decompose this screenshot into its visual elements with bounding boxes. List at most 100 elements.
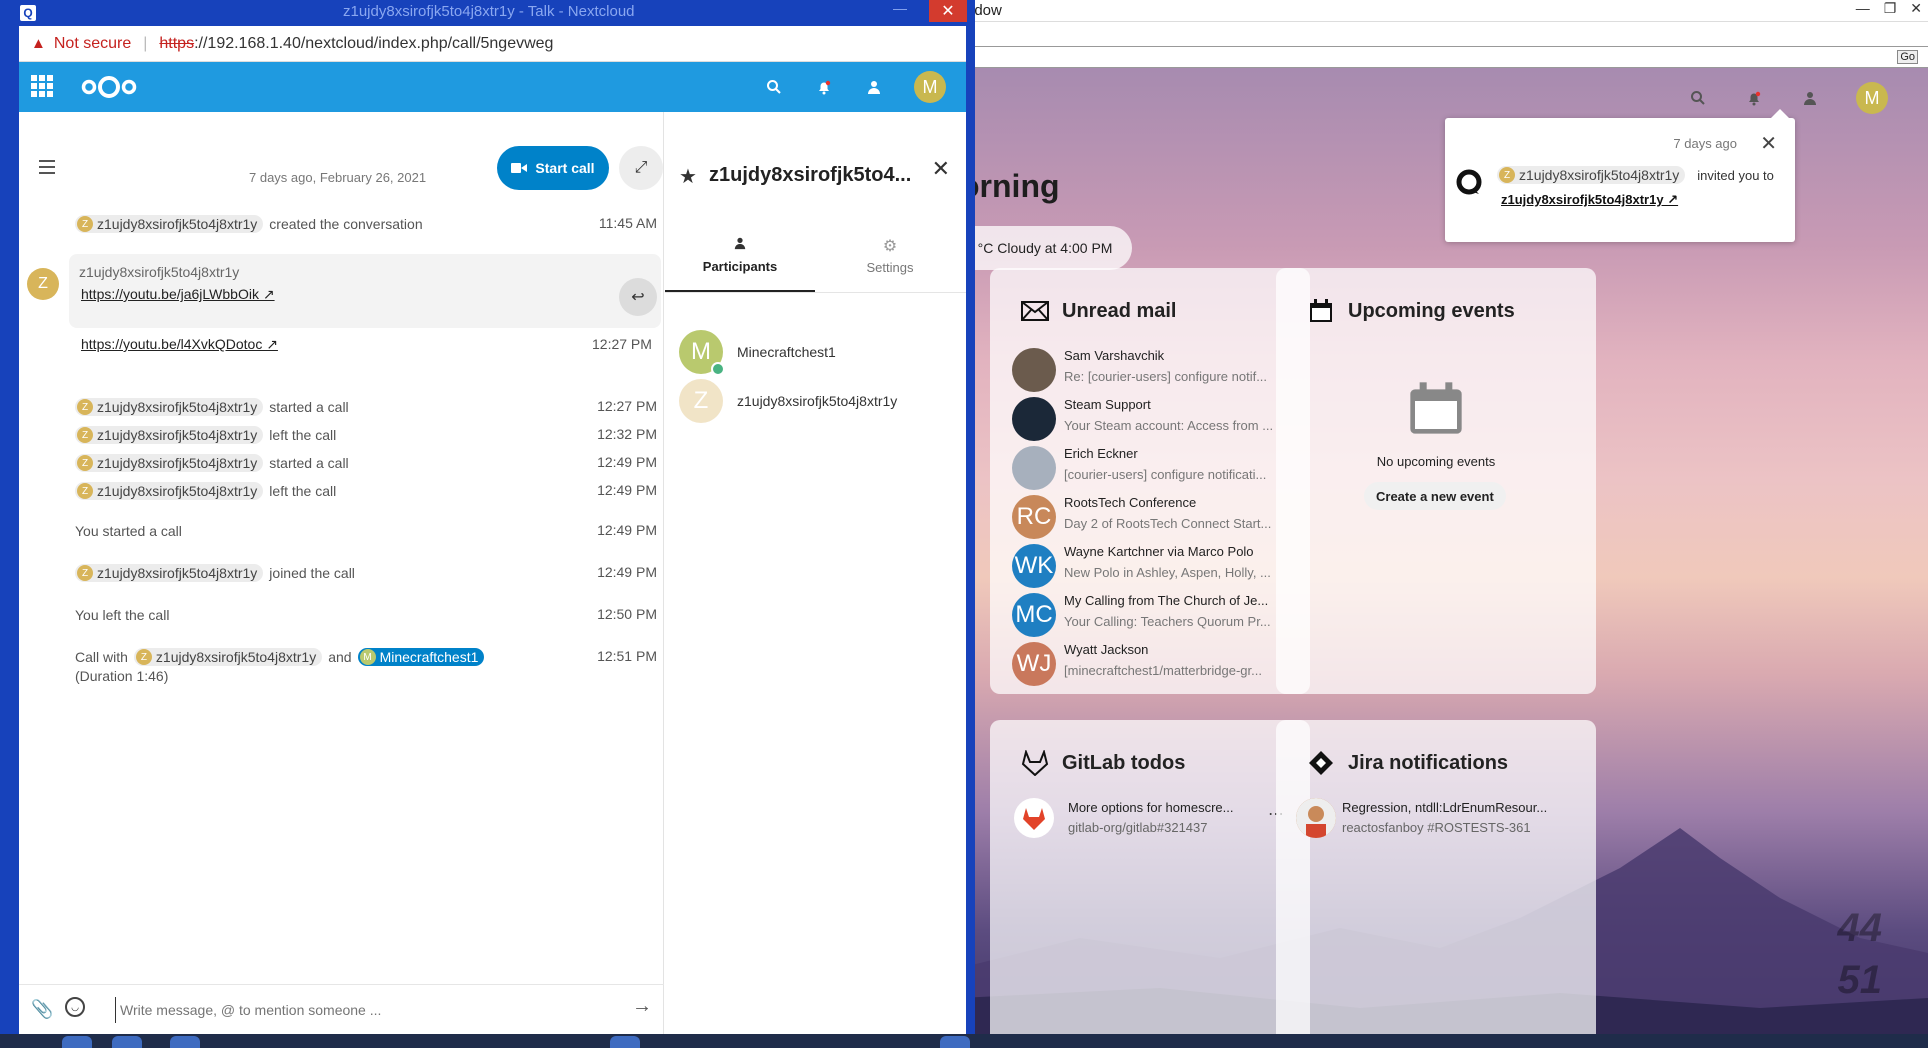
mail-sender: My Calling from The Church of Je... <box>1064 593 1269 608</box>
mail-item[interactable]: Erich Eckner [courier-users] configure no… <box>1012 442 1302 492</box>
user-mention-self[interactable]: M Minecraftchest1 <box>357 648 485 666</box>
close-button[interactable]: ✕ <box>1910 0 1922 17</box>
message-time: 12:27 PM <box>592 336 652 352</box>
dismiss-notification-button[interactable]: ✕ <box>1760 131 1777 156</box>
user-mention[interactable]: Zz1ujdy8xsirofjk5to4j8xtr1y <box>75 454 264 472</box>
start-call-button[interactable]: Start call <box>497 146 609 190</box>
mail-item[interactable]: RC RootsTech Conference Day 2 of RootsTech… <box>1012 491 1302 541</box>
gitlab-todos-widget: GitLab todos More options for homescre..… <box>990 720 1310 1048</box>
mail-subject: Your Steam account: Access from ... <box>1064 418 1274 433</box>
weather-status[interactable]: 1 °C Cloudy at 4:00 PM <box>960 226 1133 270</box>
user-avatar[interactable]: M <box>914 71 946 103</box>
participant-name: z1ujdy8xsirofjk5to4j8xtr1y <box>737 393 898 409</box>
tab-participants[interactable]: Participants <box>665 236 815 292</box>
widget-title: Jira notifications <box>1348 751 1509 774</box>
search-icon[interactable] <box>764 77 784 97</box>
user-mention[interactable]: Zz1ujdy8xsirofjk5to4j8xtr1y <box>75 482 264 500</box>
message-input[interactable] <box>115 997 595 1023</box>
online-status-icon <box>711 362 725 376</box>
notification-conversation-link[interactable]: z1ujdy8xsirofjk5to4j8xtr1y ↗ <box>1501 192 1678 208</box>
taskbar-item[interactable] <box>940 1036 970 1048</box>
emoji-icon[interactable]: ◡ <box>65 997 85 1017</box>
mail-subject: New Polo in Ashley, Aspen, Holly, ... <box>1064 565 1271 580</box>
favorite-star-icon[interactable]: ★ <box>679 164 697 189</box>
close-button[interactable]: ✕ <box>929 0 967 22</box>
message-time: 11:45 AM <box>598 215 657 231</box>
mail-item[interactable]: MC My Calling from The Church of Je... You… <box>1012 589 1302 639</box>
notifications-bell-icon[interactable] <box>814 77 834 97</box>
maximize-button[interactable]: ❐ <box>1884 0 1897 17</box>
author-avatar[interactable]: Z <box>27 268 59 300</box>
participant-item[interactable]: M Minecraftchest1 <box>679 330 959 376</box>
fullscreen-button[interactable]: ⤢ <box>619 146 663 190</box>
mention-name: z1ujdy8xsirofjk5to4j8xtr1y <box>97 216 258 232</box>
nextcloud-logo[interactable] <box>77 73 141 101</box>
sender-avatar: RC <box>1012 495 1056 539</box>
notification-user-mention[interactable]: Zz1ujdy8xsirofjk5to4j8xtr1y <box>1497 166 1686 184</box>
background-browser-window: ndow — ❐ ✕ Go M orning 1 °C Cloudy at 4:… <box>960 0 1928 1048</box>
gitlab-item-title[interactable]: More options for homescre... <box>1068 800 1248 815</box>
tab-settings[interactable]: ⚙ Settings <box>815 236 965 292</box>
gitlab-avatar <box>1014 798 1054 838</box>
search-icon[interactable] <box>1688 88 1708 108</box>
tab-divider <box>665 292 966 293</box>
message-time: 12:49 PM <box>597 454 657 470</box>
contacts-icon[interactable] <box>1800 88 1820 108</box>
taskbar-item[interactable] <box>170 1036 200 1048</box>
mail-item[interactable]: WK Wayne Kartchner via Marco Polo New Polo… <box>1012 540 1302 590</box>
user-mention[interactable]: Zz1ujdy8xsirofjk5to4j8xtr1y <box>75 398 264 416</box>
address-bar[interactable]: ▲ Not secure | https://192.168.1.40/next… <box>19 26 966 62</box>
user-mention[interactable]: Zz1ujdy8xsirofjk5to4j8xtr1y <box>75 426 264 444</box>
close-sidebar-button[interactable]: ✕ <box>932 156 950 182</box>
user-mention[interactable]: Zz1ujdy8xsirofjk5to4j8xtr1y <box>133 648 323 666</box>
mail-sender: Steam Support <box>1064 397 1151 412</box>
user-mention[interactable]: Zz1ujdy8xsirofjk5to4j8xtr1y <box>75 564 264 582</box>
mail-item[interactable]: WJ Wyatt Jackson [minecraftchest1/matterbr… <box>1012 638 1302 688</box>
sender-avatar: WK <box>1012 544 1056 588</box>
message-link[interactable]: https://youtu.be/l4XvkQDotoc ↗ <box>81 336 278 353</box>
nextcloud-header: M <box>19 62 966 112</box>
taskbar-item[interactable] <box>112 1036 142 1048</box>
taskbar-item[interactable] <box>62 1036 92 1048</box>
sender-avatar <box>1012 348 1056 392</box>
message-text: left the call <box>269 483 337 499</box>
participant-item[interactable]: Zz1ujdy8xsirofjk5to4j8xtr1y <box>679 379 959 425</box>
mini-avatar: Z <box>77 565 93 581</box>
mini-avatar: Z <box>77 216 93 232</box>
message-text: left the call <box>269 427 337 443</box>
window-title: z1ujdy8xsirofjk5to4j8xtr1y - Talk - Next… <box>343 3 635 20</box>
not-secure-label[interactable]: Not secure <box>54 35 131 53</box>
system-message: Zz1ujdy8xsirofjk5to4j8xtr1y joined the c… <box>75 560 665 586</box>
gitlab-icon <box>1020 748 1050 778</box>
user-avatar[interactable]: M <box>1856 82 1888 114</box>
reply-button[interactable]: ↩ <box>619 278 657 316</box>
attachment-icon[interactable]: 📎 <box>31 999 53 1020</box>
notification-time: 7 days ago <box>1673 136 1737 151</box>
sender-avatar <box>1012 446 1056 490</box>
notifications-bell-icon[interactable] <box>1744 88 1764 108</box>
minimize-button[interactable]: — <box>1856 0 1870 17</box>
taskbar <box>0 1034 1928 1048</box>
mention-name: z1ujdy8xsirofjk5to4j8xtr1y <box>97 483 258 499</box>
background-address-bar[interactable]: Go <box>960 46 1928 68</box>
conversation-title[interactable]: z1ujdy8xsirofjk5to4... <box>709 164 911 187</box>
menu-icon[interactable] <box>39 160 55 178</box>
message-link[interactable]: https://youtu.be/ja6jLWbbOik ↗ <box>81 286 275 303</box>
url-scheme: https <box>159 34 195 52</box>
mail-item[interactable]: Steam Support Your Steam account: Access … <box>1012 393 1302 443</box>
minimize-button[interactable]: — <box>893 0 907 16</box>
mail-icon <box>1020 296 1050 326</box>
warning-icon: ▲ <box>31 35 46 52</box>
app-menu-icon[interactable] <box>31 75 53 97</box>
mail-item[interactable]: Sam Varshavchik Re: [courier-users] confi… <box>1012 344 1302 394</box>
taskbar-item[interactable] <box>610 1036 640 1048</box>
create-event-button[interactable]: Create a new event <box>1364 482 1506 510</box>
mention-name: Minecraftchest1 <box>379 649 479 665</box>
jira-item-title[interactable]: Regression, ntdll:LdrEnumResour... <box>1342 800 1572 815</box>
go-button[interactable]: Go <box>1897 50 1918 64</box>
mail-subject: Day 2 of RootsTech Connect Start... <box>1064 516 1272 531</box>
user-mention[interactable]: Zz1ujdy8xsirofjk5to4j8xtr1y <box>75 215 264 233</box>
send-icon[interactable]: → <box>632 995 652 1018</box>
contacts-icon[interactable] <box>864 77 884 97</box>
message-time: 12:32 PM <box>597 426 657 442</box>
